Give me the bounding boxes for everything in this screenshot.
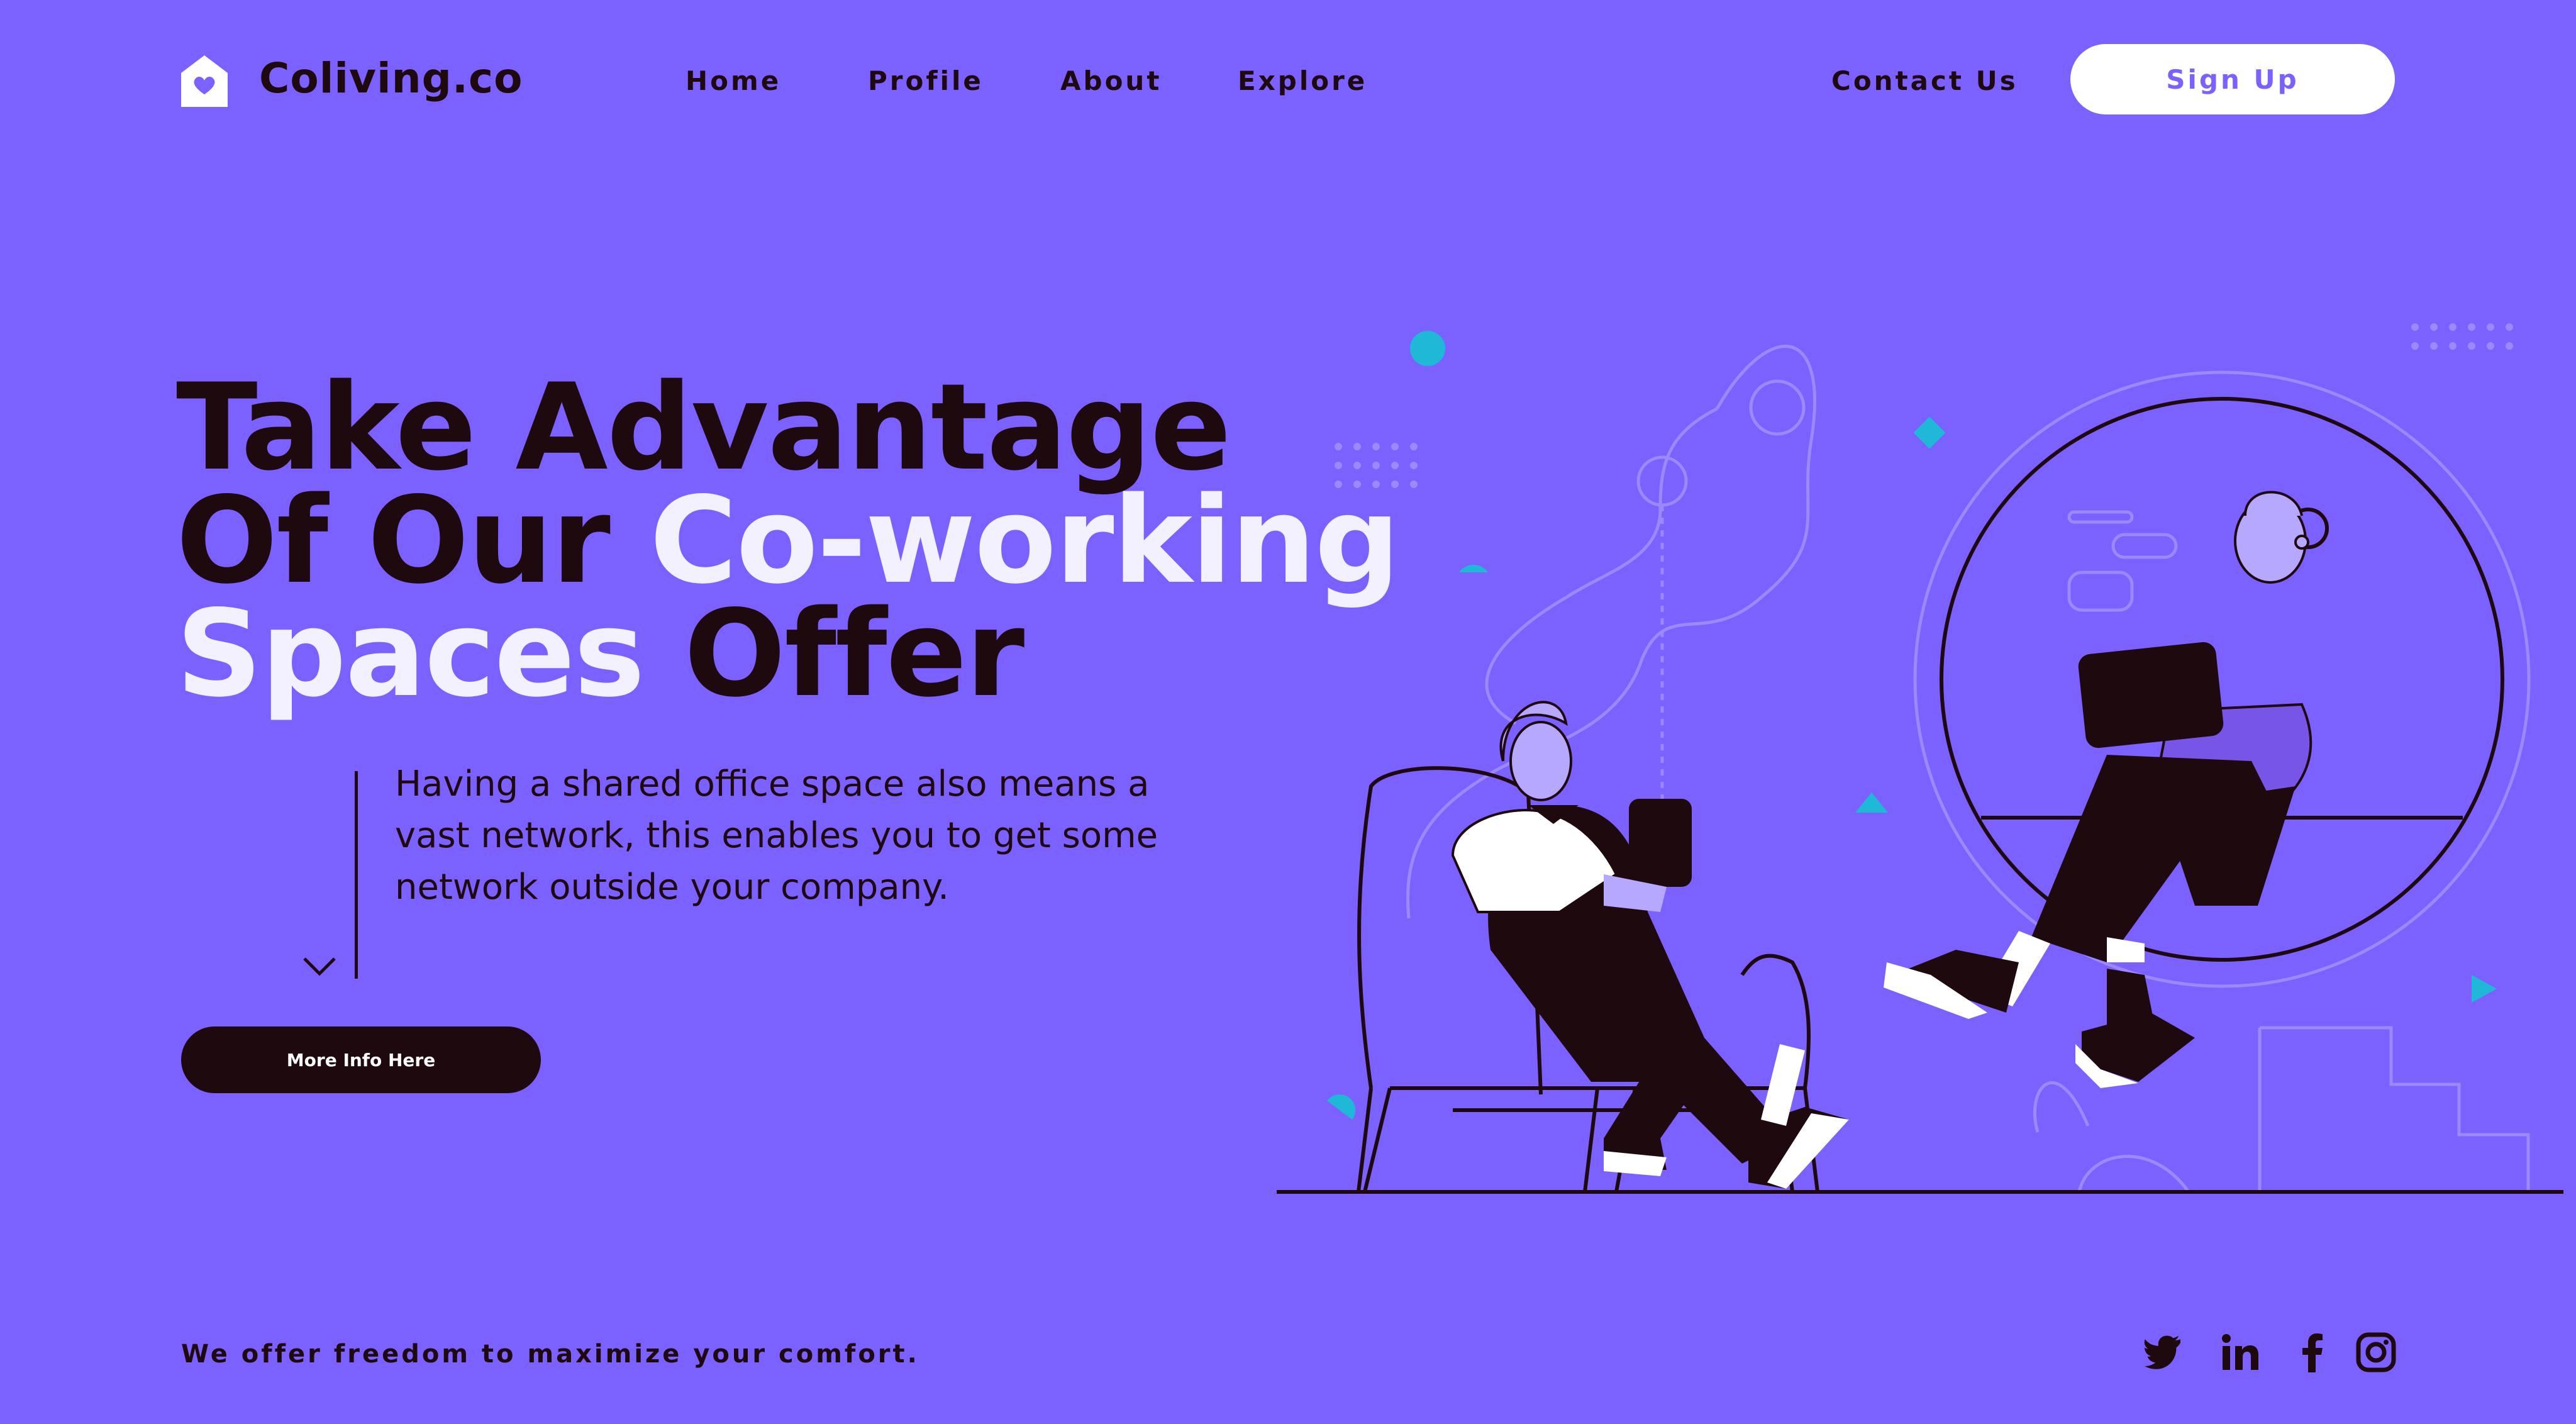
linkedin-icon[interactable] [2220,1332,2260,1372]
more-info-button[interactable]: More Info Here [181,1026,541,1093]
hero-description: Having a shared office space also means … [395,764,1158,908]
nav-about[interactable]: About [1060,65,1162,96]
nav-contact-us[interactable]: Contact Us [1831,65,2018,96]
hero-title: Take Advantage Of Our Co-working Spaces … [176,358,1400,714]
nav-home[interactable]: Home [686,65,781,96]
hero-title-line-3-dark: Offer [684,584,1024,723]
brand-name[interactable]: Coliving.co [259,54,523,103]
chevron-down-icon[interactable] [302,956,337,977]
sign-up-button[interactable]: Sign Up [2070,44,2395,114]
hero-title-line-1: Take Advantage [176,358,1231,497]
scroll-line [355,771,358,979]
nav-profile[interactable]: Profile [868,65,984,96]
footer-tagline: We offer freedom to maximize your comfor… [181,1340,919,1369]
twitter-icon[interactable] [2143,1332,2184,1372]
facebook-icon[interactable] [2293,1332,2333,1372]
home-heart-icon[interactable] [180,54,229,108]
nav-explore[interactable]: Explore [1238,65,1367,96]
coworking-illustration [1277,323,2563,1194]
hero-title-line-3-light: Spaces [176,584,684,723]
instagram-icon[interactable] [2356,1332,2396,1372]
